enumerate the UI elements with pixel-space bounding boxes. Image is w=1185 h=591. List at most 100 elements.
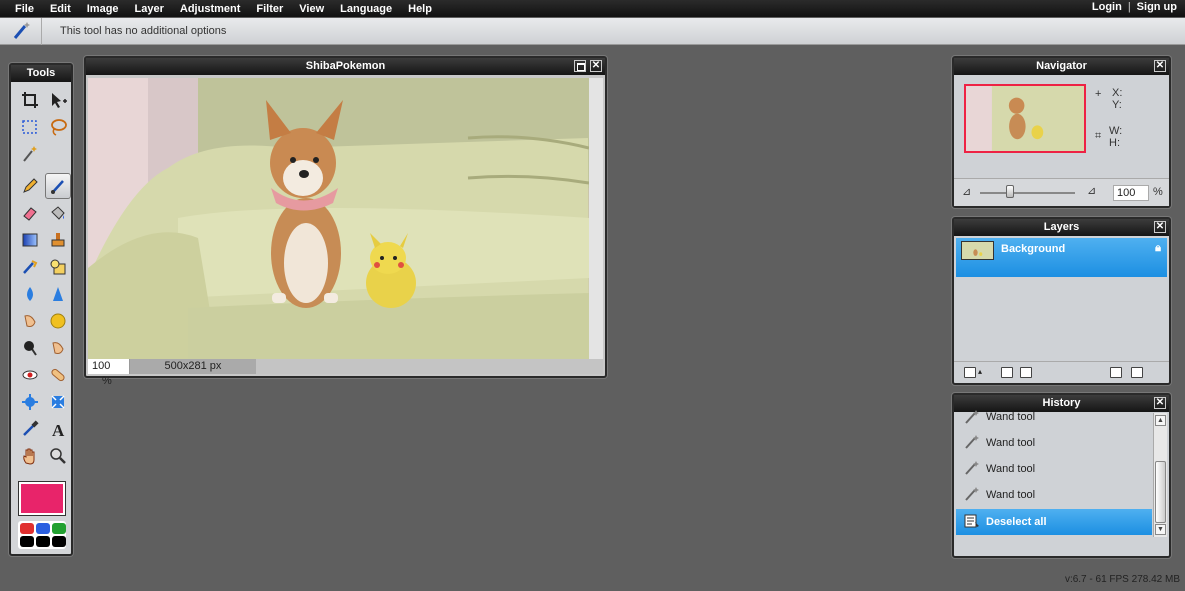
wand-icon — [0, 17, 42, 45]
menu-help[interactable]: Help — [408, 3, 432, 15]
menu-view[interactable]: View — [299, 3, 324, 15]
layer-styles-icon[interactable] — [1020, 367, 1032, 378]
zoom-slider-track[interactable] — [980, 192, 1075, 194]
history-item-label: Wand tool — [986, 411, 1036, 423]
svg-text:A: A — [52, 421, 65, 438]
bloat-icon[interactable] — [17, 389, 43, 415]
sponge-icon[interactable] — [45, 308, 71, 334]
color-swatches — [18, 521, 66, 549]
login-link[interactable]: Login — [1092, 1, 1122, 13]
close-icon[interactable]: ✕ — [1154, 397, 1166, 409]
crop-icon[interactable] — [17, 87, 43, 113]
image-window-titlebar[interactable]: ShibaPokemon ✕ — [86, 58, 605, 75]
options-text: This tool has no additional options — [60, 25, 227, 37]
wand-icon — [964, 434, 980, 453]
options-bar: This tool has no additional options — [0, 17, 1185, 45]
layer-row[interactable]: Background 🔒︎ — [956, 238, 1167, 277]
sharpen-icon[interactable] — [45, 281, 71, 307]
wand-icon — [964, 460, 980, 479]
navigator-thumbnail[interactable] — [964, 84, 1086, 153]
menu-layer[interactable]: Layer — [135, 3, 164, 15]
history-item[interactable]: Wand tool — [956, 482, 1152, 508]
replace-color-icon[interactable] — [17, 254, 43, 280]
history-item-label: Wand tool — [986, 463, 1036, 475]
stamp-icon[interactable] — [45, 227, 71, 253]
menu-filter[interactable]: Filter — [256, 3, 283, 15]
menu-separator: | — [1127, 1, 1131, 13]
red-eye-icon[interactable] — [17, 362, 43, 388]
history-item[interactable]: Wand tool — [956, 407, 1152, 427]
layer-mask-icon[interactable] — [1001, 367, 1013, 378]
move-icon[interactable] — [45, 87, 71, 113]
signup-link[interactable]: Sign up — [1137, 1, 1177, 13]
y-label: Y: — [1112, 99, 1122, 111]
version-status: v:6.7 - 61 FPS 278.42 MB — [1064, 574, 1180, 585]
navigator-titlebar[interactable]: Navigator ✕ — [954, 58, 1169, 75]
layers-titlebar[interactable]: Layers ✕ — [954, 219, 1169, 236]
lasso-icon[interactable] — [45, 114, 71, 140]
layer-thumbnail — [961, 241, 994, 260]
history-item-selected[interactable]: Deselect all — [956, 509, 1152, 535]
pinch-icon[interactable] — [45, 389, 71, 415]
close-icon[interactable]: ✕ — [1154, 221, 1166, 233]
zoom-field[interactable]: 100 % — [88, 359, 130, 387]
swatch-green[interactable] — [52, 523, 66, 534]
swatch-blue[interactable] — [36, 523, 50, 534]
dodge-icon[interactable] — [17, 335, 43, 361]
burn-icon[interactable] — [45, 335, 71, 361]
menu-language[interactable]: Language — [340, 3, 392, 15]
history-scrollbar[interactable]: ▲ ▼ — [1153, 413, 1167, 537]
menu-adjustment[interactable]: Adjustment — [180, 3, 241, 15]
dropdown-arrow-icon[interactable]: ▴ — [978, 367, 982, 376]
history-item-label: Wand tool — [986, 489, 1036, 501]
text-icon[interactable]: A — [45, 416, 71, 442]
layers-panel: Layers ✕ Background 🔒︎ ▴ — [952, 217, 1171, 385]
hand-icon[interactable] — [17, 443, 43, 469]
swatch-black-1[interactable] — [20, 536, 34, 547]
history-item[interactable]: Wand tool — [956, 430, 1152, 456]
menu-bar: File Edit Image Layer Adjustment Filter … — [0, 0, 1185, 17]
zoom-slider-handle[interactable] — [1006, 185, 1014, 198]
swatch-black-2[interactable] — [36, 536, 50, 547]
bucket-icon[interactable] — [45, 200, 71, 226]
swatch-red[interactable] — [20, 523, 34, 534]
bandage-icon[interactable] — [45, 362, 71, 388]
primary-color-swatch[interactable] — [19, 482, 65, 515]
history-item[interactable]: Wand tool — [956, 456, 1152, 482]
close-icon[interactable]: ✕ — [590, 60, 602, 72]
shape-icon[interactable] — [45, 254, 71, 280]
brush-icon[interactable] — [45, 173, 71, 199]
lock-icon: 🔒︎ — [1155, 242, 1161, 254]
menu-edit[interactable]: Edit — [50, 3, 71, 15]
smudge-icon[interactable] — [17, 308, 43, 334]
trash-icon[interactable] — [1131, 367, 1143, 378]
image-canvas[interactable] — [88, 78, 589, 359]
selection-size-icon: ⌗ — [1095, 130, 1102, 142]
gradient-icon[interactable] — [17, 227, 43, 253]
magic-wand-icon[interactable] — [17, 141, 43, 167]
scrollbar-thumb[interactable] — [1155, 461, 1166, 523]
marquee-icon[interactable] — [17, 114, 43, 140]
layer-properties-icon[interactable] — [964, 367, 976, 378]
menu-file[interactable]: File — [15, 3, 34, 15]
zoom-icon[interactable] — [45, 443, 71, 469]
scroll-down-icon[interactable]: ▼ — [1155, 524, 1166, 535]
new-layer-icon[interactable] — [1110, 367, 1122, 378]
swatch-black-3[interactable] — [52, 536, 66, 547]
menu-image[interactable]: Image — [87, 3, 119, 15]
image-window: ShibaPokemon ✕ 100 % 500x281 px — [84, 56, 607, 387]
canvas-scrollbar[interactable] — [589, 78, 603, 359]
navigator-zoom-input[interactable]: 100 — [1113, 185, 1149, 201]
maximize-icon[interactable] — [574, 60, 586, 72]
close-icon[interactable]: ✕ — [1154, 60, 1166, 72]
layers-toolbar: ▴ — [954, 361, 1169, 383]
zoom-in-icon[interactable]: ⊿ — [1087, 184, 1096, 197]
color-picker-icon[interactable] — [17, 416, 43, 442]
eraser-icon[interactable] — [17, 200, 43, 226]
wand-icon — [964, 486, 980, 505]
layer-name: Background — [1001, 243, 1066, 255]
scroll-up-icon[interactable]: ▲ — [1155, 415, 1166, 426]
pencil-icon[interactable] — [17, 173, 43, 199]
zoom-out-icon[interactable]: ⊿ — [962, 185, 971, 198]
blur-icon[interactable] — [17, 281, 43, 307]
